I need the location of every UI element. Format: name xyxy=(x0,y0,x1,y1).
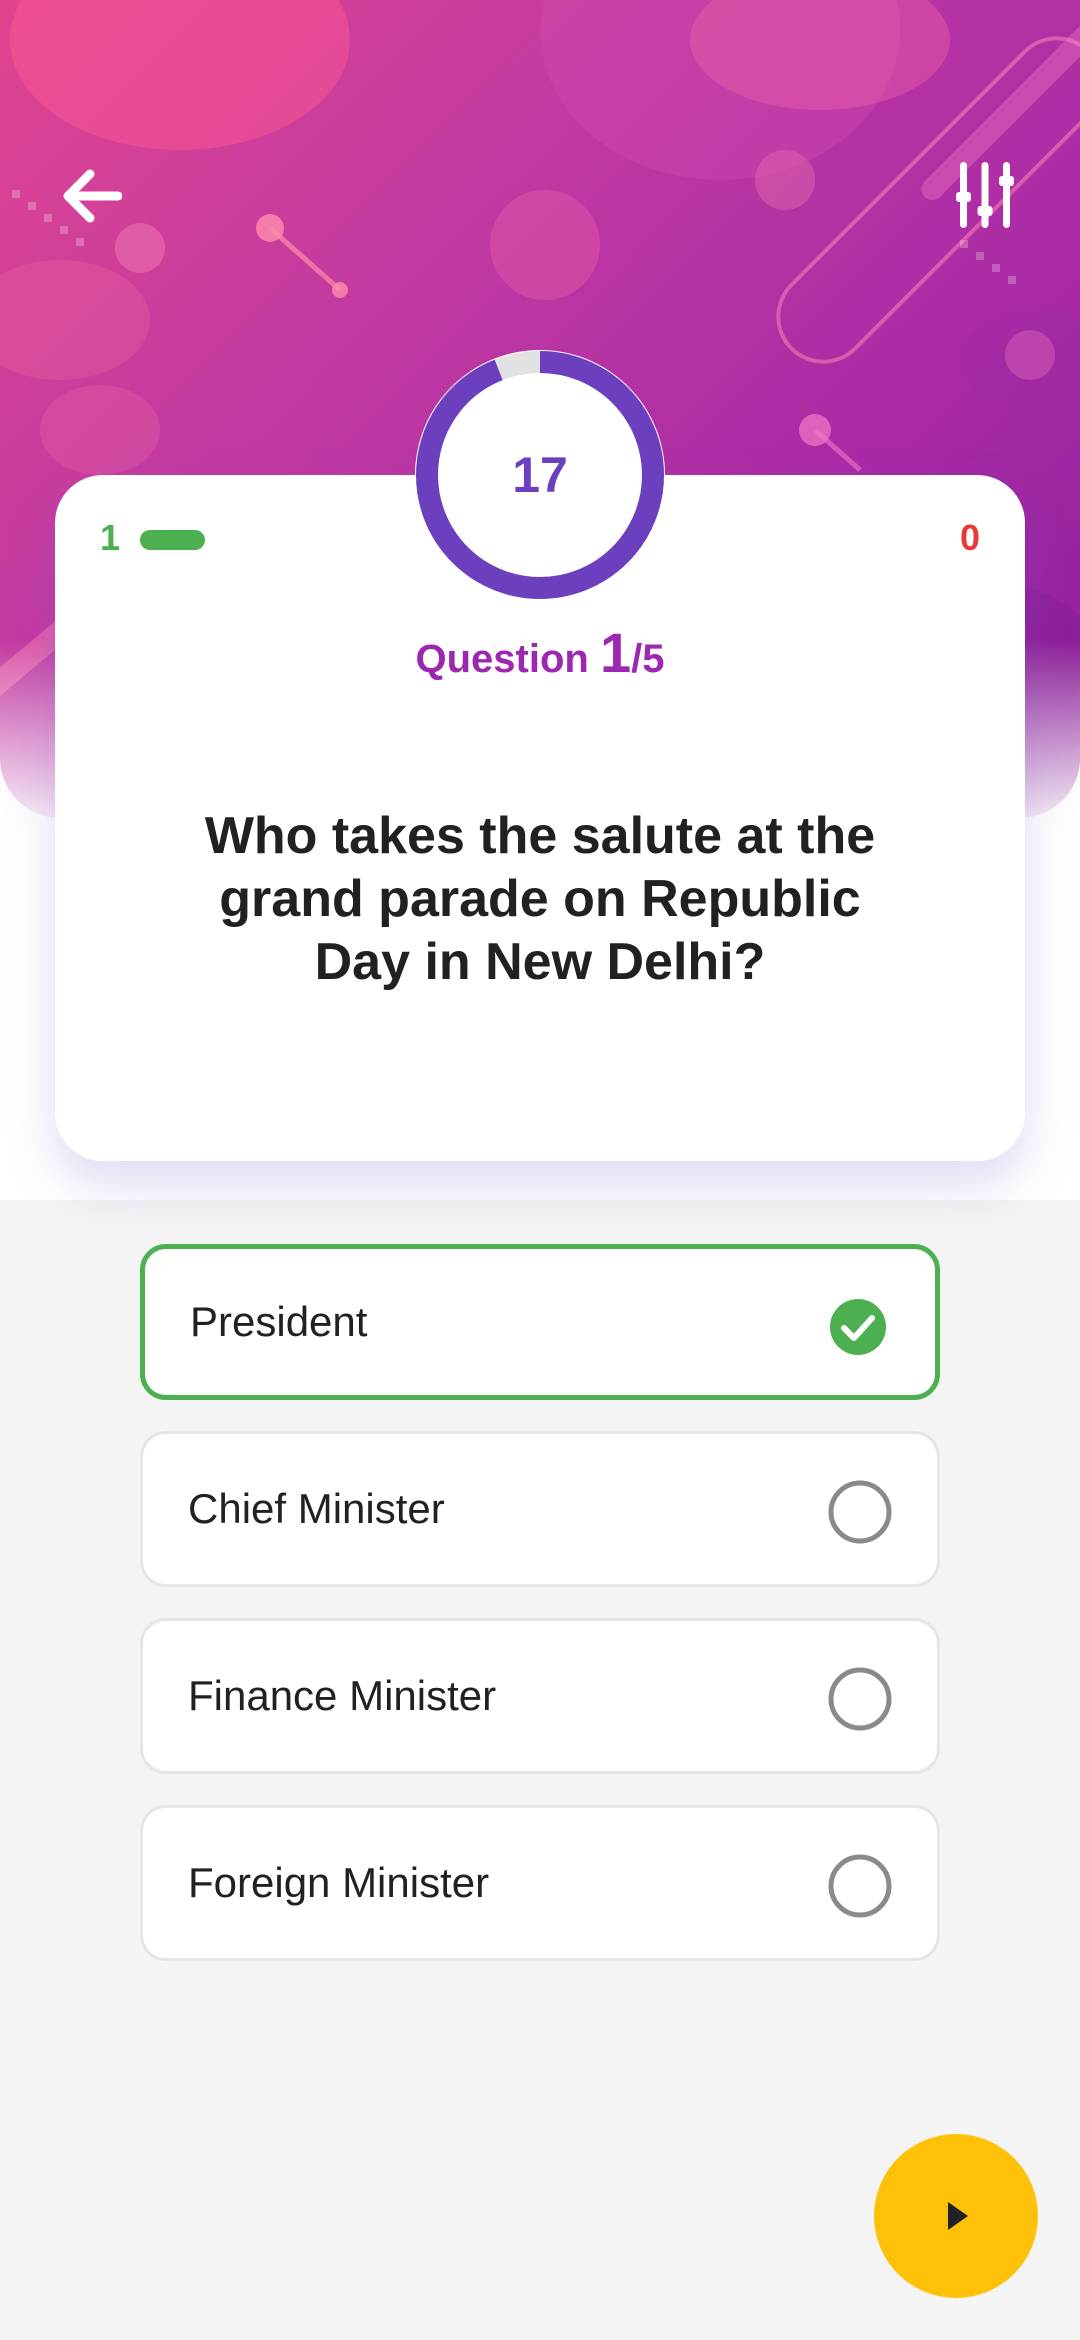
settings-button[interactable] xyxy=(945,155,1025,235)
answer-option-president[interactable]: President xyxy=(140,1244,940,1400)
next-button[interactable] xyxy=(874,2134,1038,2298)
option-label: President xyxy=(190,1298,368,1345)
play-icon xyxy=(948,2202,968,2230)
arrow-left-icon xyxy=(63,169,122,223)
countdown-timer: 17 xyxy=(415,350,665,600)
answer-option-foreign-minister[interactable]: Foreign Minister xyxy=(140,1805,940,1961)
correct-count: 1 xyxy=(100,517,121,558)
option-label: Foreign Minister xyxy=(188,1859,490,1906)
question-text: Who takes the salute at the grand parade… xyxy=(204,807,876,991)
sliders-icon xyxy=(956,162,1014,228)
check-circle-icon xyxy=(830,1299,886,1355)
question-counter: Question 1/5 xyxy=(55,620,1025,685)
question-total: /5 xyxy=(631,637,665,681)
timer-value: 17 xyxy=(512,447,568,503)
option-label: Finance Minister xyxy=(188,1672,497,1719)
answer-option-finance-minister[interactable]: Finance Minister xyxy=(140,1618,940,1774)
answer-option-chief-minister[interactable]: Chief Minister xyxy=(140,1431,940,1587)
radio-unchecked-icon xyxy=(828,1480,892,1544)
option-label: Chief Minister xyxy=(188,1485,445,1532)
radio-unchecked-icon xyxy=(828,1854,892,1918)
radio-unchecked-icon xyxy=(828,1667,892,1731)
question-label: Question xyxy=(415,637,589,681)
wrong-count: 0 xyxy=(959,517,980,558)
progress-indicator xyxy=(140,530,205,550)
question-current: 1 xyxy=(599,621,632,684)
back-button[interactable] xyxy=(56,160,128,232)
